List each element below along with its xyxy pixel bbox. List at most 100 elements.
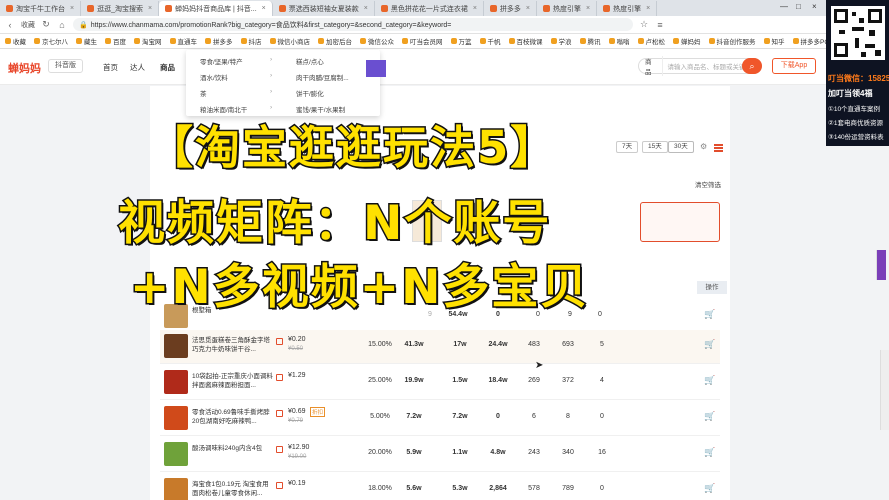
- menu-item[interactable]: 酒水/饮料 ›: [200, 72, 272, 82]
- overlay-title-line-2: 视频矩阵：N个账号: [116, 195, 552, 253]
- product-title[interactable]: 酸汤调味料240g内含4包: [192, 444, 274, 464]
- table-row[interactable]: 海宝食1包0.19元 淘宝食用面肉松卷儿童零食休闲... ¥0.19 18.00…: [160, 474, 720, 500]
- bookmark-item[interactable]: 收藏: [5, 36, 26, 46]
- bookmark-icon: [763, 38, 770, 44]
- bookmark-item[interactable]: 微信公众: [360, 36, 394, 46]
- bookmark-item[interactable]: 藏生: [76, 36, 97, 46]
- reload-icon[interactable]: ↻: [41, 19, 51, 30]
- bookmark-item[interactable]: 百枝微课: [508, 36, 543, 46]
- download-app-button[interactable]: 下载App: [772, 58, 816, 74]
- bookmark-item[interactable]: 百度: [105, 36, 126, 46]
- bookmark-item[interactable]: 微信小商店: [269, 36, 310, 46]
- browser-tab-active[interactable]: 蝉妈妈抖音商品库 | 抖音... ×: [159, 1, 273, 16]
- cell: 1.1w: [452, 449, 468, 456]
- close-icon[interactable]: ×: [364, 5, 368, 12]
- bookmark-item[interactable]: 抖音创作服务: [708, 36, 756, 46]
- url-field[interactable]: 🔒 https://www.chanmama.com/promotionRank…: [73, 18, 633, 31]
- list-view-icon[interactable]: [714, 144, 723, 146]
- nav-products[interactable]: 商品: [160, 62, 175, 73]
- bookmark-item[interactable]: 卢松松: [637, 36, 665, 46]
- close-icon[interactable]: ×: [473, 5, 477, 12]
- cell: 0: [496, 413, 500, 420]
- star-icon[interactable]: ☆: [639, 19, 649, 30]
- cell: 41.3w: [404, 341, 424, 348]
- side-toolbar[interactable]: [880, 350, 889, 430]
- browser-tab[interactable]: 黑色拼花花一片式连衣裙 ×: [375, 1, 484, 16]
- browser-tab[interactable]: 热度引擎 ×: [537, 1, 598, 16]
- bookmark-item[interactable]: 拼多多PC端: [792, 36, 826, 46]
- cart-icon[interactable]: 🛒: [704, 375, 715, 386]
- bookmark-item[interactable]: 万篮: [450, 36, 472, 46]
- product-title[interactable]: 10袋起拍-正宗重庆小面调料拌面酱麻辣面粉担面...: [192, 372, 274, 392]
- menu-item[interactable]: 茶 ›: [200, 88, 272, 98]
- nav-home[interactable]: 首页: [103, 62, 118, 73]
- close-window-icon[interactable]: ×: [812, 2, 817, 11]
- version-selector[interactable]: 抖音版: [48, 59, 83, 73]
- close-icon[interactable]: ×: [148, 5, 152, 12]
- site-logo[interactable]: 蝉妈妈: [8, 60, 41, 76]
- browser-tab[interactable]: 票选西装短袖女夏装款 ×: [273, 1, 375, 16]
- table-row[interactable]: 法思觅蛋糕卷三角酥金字塔巧克力牛奶味饼干谷... ¥0.20 ¥0.50 15.…: [160, 330, 720, 364]
- bookmark-item[interactable]: 蝉妈妈: [673, 36, 701, 46]
- close-icon[interactable]: ×: [646, 5, 650, 12]
- cart-icon[interactable]: 🛒: [704, 339, 715, 350]
- bookmark-item[interactable]: 加密后台: [318, 36, 352, 46]
- cell: 4.8w: [490, 449, 506, 456]
- cart-icon[interactable]: 🛒: [704, 411, 715, 422]
- table-row[interactable]: 零食活动0.69鲁味手撕烤脖20包湖南好吃麻辣鸭... ¥0.69 ¥0.79 …: [160, 402, 720, 436]
- bookmark-item[interactable]: 知乎: [763, 36, 785, 46]
- bookmark-item[interactable]: 拼多多: [205, 36, 233, 46]
- bookmark-icon: [673, 38, 679, 44]
- period-chip[interactable]: 7天: [616, 141, 639, 153]
- browser-tab[interactable]: 热度引擎 ×: [597, 1, 658, 16]
- url-text: https://www.chanmama.com/promotionRank?b…: [90, 21, 452, 29]
- close-icon[interactable]: ×: [262, 5, 266, 12]
- period-chip[interactable]: 30天: [668, 141, 694, 153]
- bookmark-item[interactable]: 学浪: [550, 36, 572, 46]
- bookmark-icon: [450, 38, 457, 44]
- tab-favicon-icon: [87, 5, 95, 12]
- cart-icon[interactable]: 🛒: [704, 483, 715, 494]
- close-icon[interactable]: ×: [586, 5, 590, 12]
- maximize-icon[interactable]: □: [796, 2, 801, 11]
- nav-influencer[interactable]: 达人: [130, 62, 145, 73]
- bookmark-item[interactable]: 淘宝网: [134, 36, 162, 46]
- browser-tab[interactable]: 淘宝千牛工作台 ×: [0, 1, 82, 16]
- side-advertisement[interactable]: 叮当微信：15825 加叮当领4福 ①10个直通车案例 ②1套电商优质资源 ③1…: [826, 0, 889, 146]
- tab-favicon-icon: [278, 5, 286, 12]
- menu-icon[interactable]: ≡: [655, 20, 665, 30]
- table-row[interactable]: 酸汤调味料240g内含4包 ¥12.90 ¥19.00 20.00% 5.9w …: [160, 438, 720, 472]
- product-title[interactable]: 法思觅蛋糕卷三角酥金字塔巧克力牛奶味饼干谷...: [192, 336, 274, 356]
- home-icon[interactable]: ⌂: [57, 20, 67, 30]
- close-icon[interactable]: ×: [70, 5, 74, 12]
- submenu-item[interactable]: 肉干肉脯/豆腐制...: [296, 72, 349, 82]
- side-widget[interactable]: [876, 250, 886, 280]
- bookmark-item[interactable]: 抖店: [240, 36, 262, 46]
- cart-icon[interactable]: 🛒: [704, 447, 715, 458]
- period-chip[interactable]: 15天: [642, 141, 668, 153]
- cart-icon[interactable]: 🛒: [704, 309, 715, 320]
- bookmark-item[interactable]: 嗡嗡: [608, 36, 630, 46]
- submenu-item[interactable]: 饼干/膨化: [296, 88, 324, 98]
- bookmark-item[interactable]: 叮当会员网: [402, 36, 443, 46]
- minimize-icon[interactable]: —: [780, 2, 788, 11]
- search-button[interactable]: ⌕: [742, 58, 762, 74]
- product-title[interactable]: 零食活动0.69鲁味手撕烤脖20包湖南好吃麻辣鸭...: [192, 408, 274, 428]
- search-category-select[interactable]: 商品: [639, 56, 664, 76]
- bookmark-item[interactable]: 千帆: [479, 36, 501, 46]
- promo-banner-thumbnail[interactable]: [366, 60, 386, 77]
- product-title[interactable]: 海宝食1包0.19元 淘宝食用面肉松卷儿童零食休闲...: [192, 480, 274, 500]
- bookmark-item[interactable]: 腾讯: [579, 36, 601, 46]
- settings-icon[interactable]: ⚙: [700, 142, 707, 151]
- bookmark-item[interactable]: 直通车: [169, 36, 197, 46]
- close-icon[interactable]: ×: [526, 5, 530, 12]
- clear-filter-link[interactable]: 清空筛选: [695, 179, 721, 189]
- browser-tab[interactable]: 拼多多 ×: [484, 1, 538, 16]
- browser-tab[interactable]: 逛逛_淘宝搜索 ×: [81, 1, 160, 16]
- back-icon[interactable]: ‹: [5, 20, 15, 30]
- table-row[interactable]: 10袋起拍-正宗重庆小面调料拌面酱麻辣面粉担面... ¥1.29 25.00% …: [160, 366, 720, 400]
- address-bar: ‹ 收藏 ↻ ⌂ 🔒 https://www.chanmama.com/prom…: [0, 16, 826, 34]
- bookmark-item[interactable]: 京七尔八: [34, 36, 68, 46]
- menu-item[interactable]: 零食/坚果/特产 ›: [200, 56, 272, 66]
- submenu-item[interactable]: 糕点/点心: [296, 56, 324, 66]
